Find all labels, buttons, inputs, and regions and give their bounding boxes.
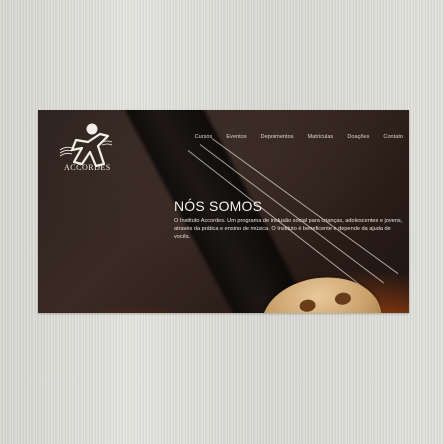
- main-nav: Cursos Eventos Depoimentos Matrículas Do…: [181, 134, 403, 140]
- hero-description: O Instituto Accordes. Um programa de inc…: [174, 218, 403, 240]
- nav-item-contato[interactable]: Contato: [383, 134, 403, 140]
- brand-name: ACCORDES: [64, 163, 111, 172]
- website-screenshot: ACCORDES Cursos Eventos Depoimentos Matr…: [38, 110, 409, 313]
- nav-item-depoimentos[interactable]: Depoimentos: [261, 134, 294, 140]
- nav-item-eventos[interactable]: Eventos: [226, 134, 246, 140]
- nav-item-doacoes[interactable]: Doações: [347, 134, 369, 140]
- nav-item-matriculas[interactable]: Matrículas: [308, 134, 334, 140]
- hero-title: NÓS SOMOS: [174, 198, 263, 214]
- nav-item-cursos[interactable]: Cursos: [195, 134, 213, 140]
